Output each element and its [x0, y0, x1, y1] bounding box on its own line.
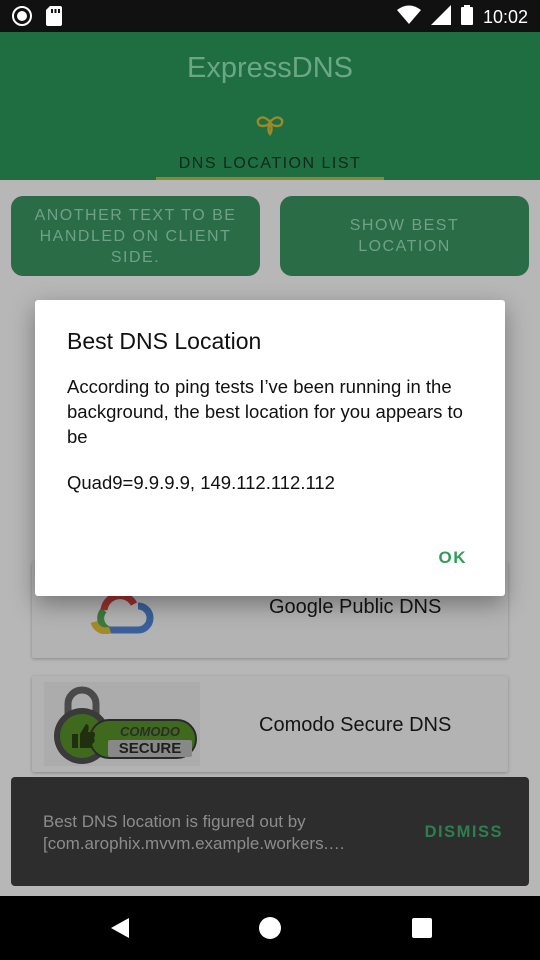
recents-icon[interactable]	[408, 914, 436, 942]
app-header: ExpressDNS DNS LOCATION LIST	[0, 32, 540, 180]
google-cloud-icon	[90, 592, 154, 638]
dialog-ok-button[interactable]: OK	[439, 548, 468, 568]
wifi-icon	[396, 5, 421, 29]
dialog-title: Best DNS Location	[67, 328, 262, 354]
record-icon	[12, 6, 32, 30]
home-icon[interactable]	[256, 914, 284, 942]
navigation-bar	[0, 896, 540, 960]
comodo-badge-bottom: SECURE	[108, 740, 192, 757]
battery-icon	[460, 5, 473, 29]
comodo-badge-top: COMODO	[120, 724, 180, 739]
back-icon[interactable]	[106, 914, 134, 942]
best-dns-dialog: Best DNS Location According to ping test…	[35, 300, 505, 596]
dns-name: Google Public DNS	[269, 596, 442, 618]
snackbar: Best DNS location is figured out by [com…	[11, 777, 529, 886]
signal-icon	[430, 5, 451, 29]
app-title: ExpressDNS	[187, 52, 353, 84]
sd-card-icon	[46, 6, 62, 30]
snackbar-dismiss-button[interactable]: DISMISS	[425, 823, 503, 842]
another-text-button[interactable]: ANOTHER TEXT TO BE HANDLED ON CLIENT SID…	[11, 196, 260, 276]
tab-dns-location-list[interactable]: DNS LOCATION LIST	[156, 150, 384, 180]
show-best-location-button[interactable]: SHOW BEST LOCATION	[280, 196, 529, 276]
knot-logo-icon	[255, 112, 285, 140]
dns-card-comodo[interactable]: COMODO SECURE Comodo Secure DNS	[32, 676, 508, 772]
dialog-result: Quad9=9.9.9.9, 149.112.112.112	[67, 472, 335, 493]
status-bar: 10:02	[0, 0, 540, 32]
comodo-secure-icon: COMODO SECURE	[44, 682, 200, 770]
dns-name: Comodo Secure DNS	[259, 714, 452, 736]
status-time: 10:02	[482, 6, 528, 27]
snackbar-line-1: Best DNS location is figured out by	[43, 812, 306, 831]
dialog-message: According to ping tests I’ve been runnin…	[67, 376, 463, 447]
snackbar-line-2: [com.arophix.mvvm.example.workers.…	[43, 834, 346, 853]
snackbar-message: Best DNS location is figured out by [com…	[43, 811, 403, 855]
